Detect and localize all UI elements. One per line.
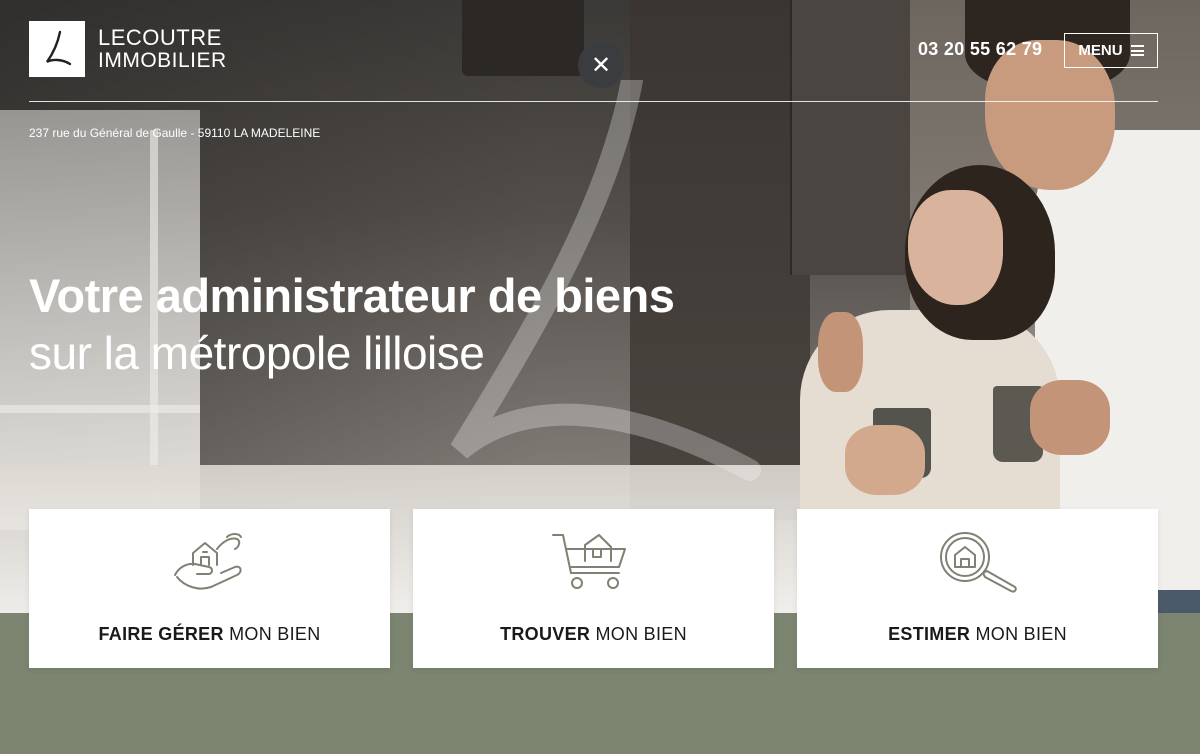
logo[interactable]: LECOUTRE IMMOBILIER [29,21,227,77]
hand-house-icon [173,533,242,590]
logo-line2: IMMOBILIER [98,49,227,72]
hero-headline: Votre administrateur de biens sur la mét… [29,268,675,382]
menu-button[interactable]: MENU [1064,33,1158,68]
card-faire-gerer[interactable]: FAIRE GÉRER MON BIEN [29,509,390,668]
card-title: TROUVER MON BIEN [500,624,687,644]
card-trouver[interactable]: TROUVER MON BIEN [413,509,774,668]
hamburger-icon [1130,45,1144,56]
window-frame [0,405,200,413]
logo-line1: LECOUTRE [98,25,222,50]
cart-house-icon [551,534,626,589]
logo-text: LECOUTRE IMMOBILIER [98,26,227,72]
card-title: ESTIMER MON BIEN [888,624,1067,644]
phone-link[interactable]: 03 20 55 62 79 [918,39,1042,60]
close-icon: ✕ [590,51,612,79]
hand [1030,380,1110,455]
jeans [1155,590,1200,613]
header-divider [29,101,1158,102]
card-title: FAIRE GÉRER MON BIEN [98,624,321,644]
card-estimer[interactable]: ESTIMER MON BIEN [797,509,1158,668]
hand [845,425,925,495]
hero-subtitle: sur la métropole lilloise [29,327,485,379]
site-header: LECOUTRE IMMOBILIER ✕ 03 20 55 62 79 MEN… [0,0,1200,150]
hand [818,312,863,392]
close-button[interactable]: ✕ [578,42,624,88]
magnifier-house-icon [939,532,1017,593]
l-monogram-icon [29,21,85,77]
address: 237 rue du Général de Gaulle - 59110 LA … [29,126,321,140]
hero-title: Votre administrateur de biens [29,269,675,322]
service-cards: FAIRE GÉRER MON BIEN TROUVER MON BIEN ES… [29,509,1158,668]
woman-face [908,190,1003,305]
menu-label: MENU [1078,42,1123,59]
